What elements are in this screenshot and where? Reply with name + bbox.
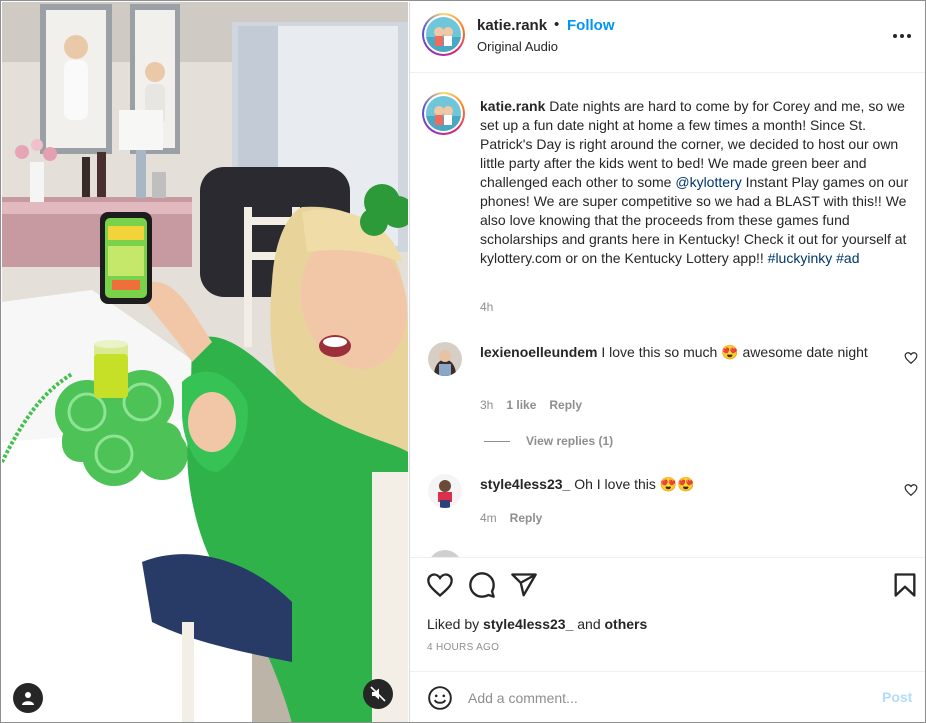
comment-body: lexienoelleundem I love this so much 😍 a… [480,343,880,362]
post-caption: katie.rank Date nights are hard to come … [480,97,918,268]
commenter-avatar[interactable] [428,550,462,557]
post-video[interactable] [2,2,408,722]
likes-prefix: Liked by [427,616,480,632]
comment-username[interactable]: style4less23_ [480,476,570,492]
comment-icon[interactable] [468,571,496,599]
reply-button[interactable]: Reply [549,398,582,412]
comment-input[interactable] [468,684,868,712]
mention-link[interactable]: @kylottery [675,174,741,190]
post-comment-button[interactable]: Post [882,689,912,705]
follow-button[interactable]: Follow [567,17,615,34]
emoji-icon[interactable] [427,685,453,711]
comment-body: style4less23_ Oh I love this 😍😍 [480,475,880,494]
paper-plane-icon[interactable] [510,571,538,599]
avatar-photo [426,96,461,131]
comments-list[interactable]: katie.rank Date nights are hard to come … [410,74,925,557]
more-options-button[interactable] [890,24,914,48]
comment-meta: 4m Reply [480,511,542,525]
liker-username[interactable]: style4less23_ [483,616,573,632]
comment-meta: 3h 1 like Reply [480,398,582,412]
post-header: katie.rank • Follow Original Audio [410,2,925,73]
add-comment-bar: Post [410,671,925,722]
comment-text: I love this so much 😍 awesome date night [601,344,868,360]
post-actions: Liked by style4less23_ and others 4 HOUR… [410,557,925,671]
avatar-photo [428,342,462,376]
video-frame-illustration [2,2,408,722]
tagged-users-button[interactable] [13,683,43,713]
likes-summary: Liked by style4less23_ and others [427,616,647,632]
commenter-avatar[interactable] [428,474,462,508]
hashtag-link[interactable]: #ad [836,250,859,266]
hashtag-link[interactable]: #luckyinky [768,250,833,266]
comment-timestamp[interactable]: 4m [480,511,497,525]
bookmark-icon[interactable] [891,571,919,599]
reply-button[interactable]: Reply [510,511,543,525]
audio-link[interactable]: Original Audio [477,39,558,54]
divider-line [484,440,510,442]
caption-timestamp[interactable]: 4h [480,300,493,314]
view-replies-label: View replies (1) [526,434,614,448]
avatar-photo [426,17,461,52]
heart-icon[interactable] [426,571,454,599]
post-sidebar: katie.rank • Follow Original Audio katie… [409,2,925,722]
view-replies-button[interactable]: View replies (1) [484,434,613,448]
caption-author-avatar[interactable] [422,92,465,135]
comment-timestamp[interactable]: 3h [480,398,493,412]
user-icon [22,692,34,705]
instagram-post-modal: katie.rank • Follow Original Audio katie… [0,0,926,723]
separator-dot: • [554,16,560,33]
caption-username[interactable]: katie.rank [480,98,545,114]
author-avatar[interactable] [422,13,465,56]
likes-others-link[interactable]: others [605,616,648,632]
commenter-avatar[interactable] [428,342,462,376]
comment-likes[interactable]: 1 like [506,398,536,412]
avatar-photo [428,474,462,508]
post-timestamp[interactable]: 4 HOURS AGO [427,642,499,653]
comment-text: Oh I love this 😍😍 [574,476,695,492]
author-username[interactable]: katie.rank [477,17,547,34]
speaker-muted-icon [370,686,386,702]
likes-joiner: and [577,616,601,632]
mute-toggle-button[interactable] [363,679,393,709]
comment-username[interactable]: lexienoelleundem [480,344,597,360]
more-dots-icon [893,34,897,38]
like-comment-heart-icon[interactable] [904,351,918,365]
like-comment-heart-icon[interactable] [904,483,918,497]
